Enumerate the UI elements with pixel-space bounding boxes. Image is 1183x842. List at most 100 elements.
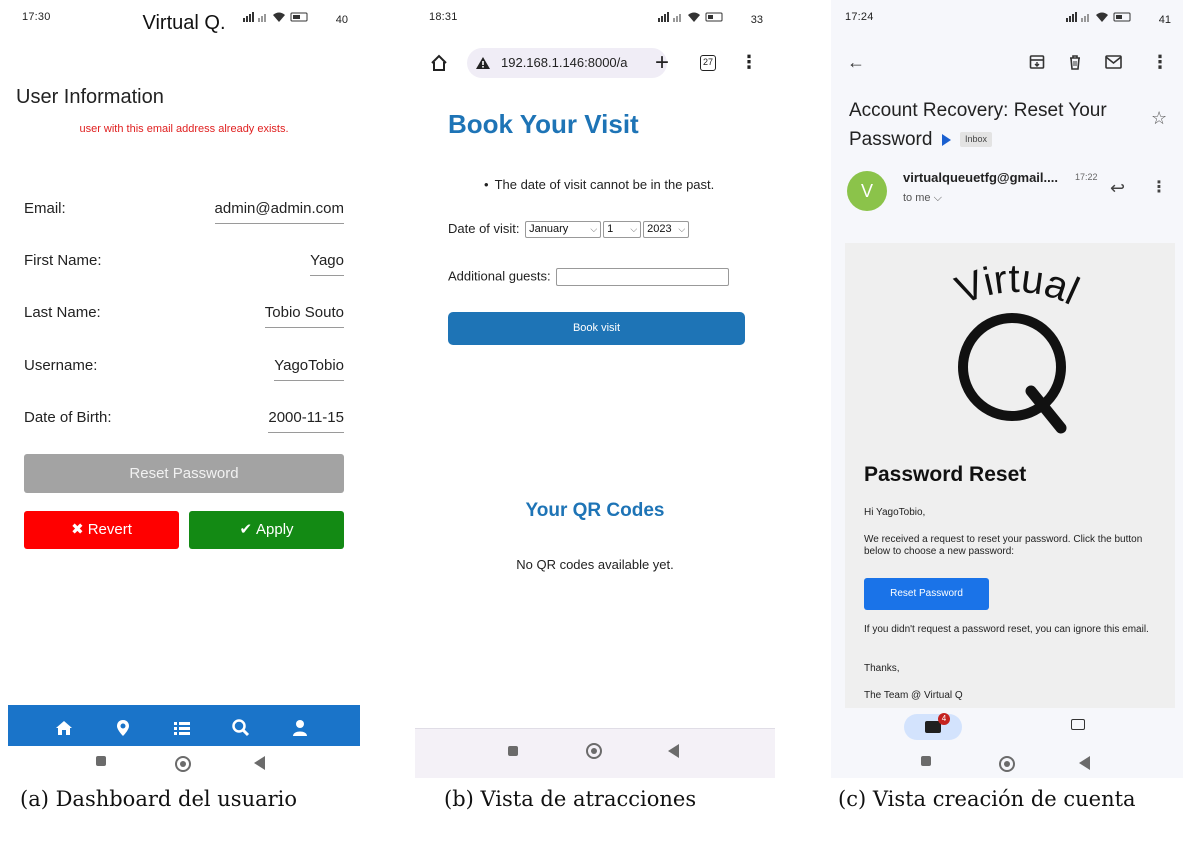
home-circle-icon[interactable]: [175, 756, 191, 772]
home-circle-icon[interactable]: [586, 743, 602, 759]
user-icon[interactable]: [289, 717, 311, 739]
warning-icon[interactable]: [475, 56, 491, 70]
back-icon[interactable]: [1079, 756, 1090, 770]
email-row: Email: admin@admin.com: [24, 192, 344, 232]
home-circle-icon[interactable]: [999, 756, 1015, 772]
search-icon[interactable]: [230, 717, 252, 739]
year-select[interactable]: 2023 ⌵: [643, 221, 690, 239]
mail-icon[interactable]: [1105, 55, 1122, 69]
caption-b: (b) Vista de atracciones: [444, 787, 697, 811]
panel-b-attractions-view: 18:31 33 192.168.1.146:8000/a + 27 ⋮ Boo…: [415, 0, 775, 778]
mail-tab[interactable]: 4: [904, 713, 962, 740]
svg-text:Virtual: Virtual: [950, 257, 1086, 314]
status-time: 17:24: [845, 11, 874, 23]
email-greeting: Hi YagoTobio,: [864, 507, 926, 518]
email-field[interactable]: admin@admin.com: [214, 200, 344, 224]
virtual-q-logo: Virtual Q: [950, 257, 1086, 434]
username-row: Username: YagoTobio: [24, 349, 344, 389]
caption-a: (a) Dashboard del usuario: [20, 787, 298, 811]
back-icon[interactable]: [254, 756, 265, 770]
chevron-down-icon: ⌵: [678, 224, 686, 235]
logo-text: Virtual: [950, 257, 1086, 314]
email-body-text-1: We received a request to reset your pass…: [864, 534, 1143, 557]
status-bar: 18:31 33: [415, 0, 775, 32]
reset-password-link-button[interactable]: Reset Password: [864, 578, 989, 610]
email-signature: The Team @ Virtual Q: [864, 690, 963, 701]
recipient-toggle[interactable]: to me ⌵: [903, 192, 942, 205]
revert-label: Revert: [87, 521, 132, 538]
bottom-nav: [8, 705, 360, 750]
book-visit-button[interactable]: Book visit: [448, 312, 745, 345]
email-label: Email:: [24, 200, 66, 217]
recents-icon[interactable]: [921, 756, 931, 766]
delete-icon[interactable]: [1067, 54, 1083, 70]
apply-button[interactable]: ✔ Apply: [189, 511, 344, 549]
day-select[interactable]: 1 ⌵: [603, 221, 642, 239]
panel-c-email-view: 17:24 41 ← ⋮ Account Recovery: Reset You…: [831, 0, 1183, 778]
date-of-birth-row: Date of Birth: 2000-11-15: [24, 401, 344, 441]
more-menu-icon[interactable]: ⋮: [1151, 52, 1169, 73]
signal-wifi-battery-icon: [657, 12, 723, 22]
last-name-field[interactable]: Tobio Souto: [264, 304, 344, 328]
guests-label: Additional guests:: [448, 268, 551, 284]
inbox-label-chip[interactable]: Inbox: [959, 132, 993, 148]
year-value: 2023: [647, 223, 672, 236]
app-title: Virtual Q.: [142, 12, 226, 34]
tabs-icon[interactable]: 27: [700, 55, 716, 71]
date-of-birth-field[interactable]: 2000-11-15: [268, 409, 344, 433]
qr-codes-empty-message: No QR codes available yet.: [516, 557, 674, 572]
sender-name[interactable]: virtualqueuetfg@gmail....: [903, 170, 1058, 185]
day-value: 1: [607, 223, 614, 236]
list-icon[interactable]: [171, 717, 193, 739]
back-arrow-icon[interactable]: ←: [847, 52, 865, 73]
guests-input[interactable]: [556, 268, 730, 286]
system-nav-bar: [8, 746, 360, 778]
first-name-field[interactable]: Yago: [310, 252, 344, 276]
reply-icon[interactable]: ↩: [1110, 178, 1125, 199]
error-message: user with this email address already exi…: [79, 123, 289, 135]
recents-icon[interactable]: [508, 746, 518, 756]
status-indicators: 41: [1065, 11, 1171, 26]
video-meet-icon[interactable]: [1071, 719, 1085, 730]
status-bar: 17:24 41: [831, 0, 1183, 32]
browser-url-bar: 192.168.1.146:8000/a + 27 ⋮: [415, 40, 775, 86]
recents-icon[interactable]: [96, 756, 106, 766]
date-of-visit-row: Date of visit: January ⌵ 1 ⌵ 2023 ⌵: [448, 221, 690, 239]
email-body: Virtual Q Password Reset Hi YagoTobio, W…: [845, 243, 1175, 708]
status-time: 18:31: [429, 11, 458, 23]
date-of-birth-label: Date of Birth:: [24, 409, 112, 426]
last-name-label: Last Name:: [24, 304, 101, 321]
username-field[interactable]: YagoTobio: [274, 357, 344, 381]
to-me-label: to me: [903, 192, 931, 204]
reset-password-button[interactable]: Reset Password: [24, 454, 344, 493]
star-icon[interactable]: ☆: [1151, 108, 1167, 129]
battery-percent: 33: [750, 14, 763, 26]
first-name-row: First Name: Yago: [24, 244, 344, 284]
status-indicators: 33: [657, 11, 763, 26]
unread-badge: 4: [938, 713, 950, 725]
home-icon[interactable]: [53, 717, 75, 739]
first-name-label: First Name:: [24, 252, 102, 269]
email-thanks: Thanks,: [864, 663, 900, 674]
back-icon[interactable]: [668, 744, 679, 758]
last-name-row: Last Name: Tobio Souto: [24, 296, 344, 336]
sender-avatar[interactable]: V: [847, 171, 887, 211]
archive-icon[interactable]: [1029, 54, 1045, 70]
location-pin-icon[interactable]: [112, 717, 134, 739]
sent-time: 17:22: [1075, 172, 1098, 182]
page-title: Book Your Visit: [448, 109, 639, 139]
address-bar[interactable]: 192.168.1.146:8000/a: [467, 48, 667, 78]
caption-c: (c) Vista creación de cuenta: [838, 787, 1136, 811]
new-tab-icon[interactable]: +: [655, 49, 669, 77]
message-more-icon[interactable]: ⋮: [1151, 177, 1167, 197]
month-select[interactable]: January ⌵: [525, 221, 602, 239]
error-bullet: The date of visit cannot be in the past.: [484, 177, 715, 192]
subject-line-1: Account Recovery: Reset Your: [849, 100, 1107, 121]
check-icon: ✔: [239, 521, 253, 538]
more-menu-icon[interactable]: ⋮: [740, 52, 758, 73]
revert-button[interactable]: ✖ Revert: [24, 511, 179, 549]
email-heading: Password Reset: [864, 463, 1027, 486]
email-subject: Account Recovery: Reset Your Password In…: [849, 96, 1139, 154]
home-icon[interactable]: [429, 53, 449, 73]
additional-guests-row: Additional guests:: [448, 268, 730, 286]
